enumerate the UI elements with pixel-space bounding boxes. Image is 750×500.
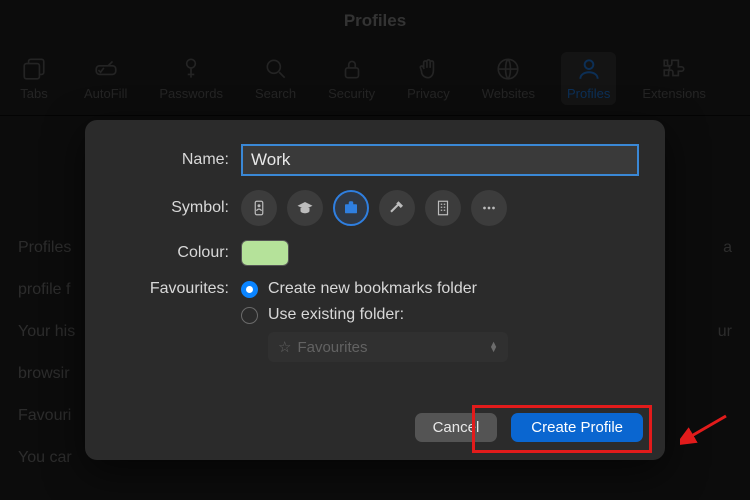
radio-create-new-folder[interactable]: [241, 281, 258, 298]
name-label: Name:: [111, 151, 241, 169]
profile-name-input[interactable]: [241, 144, 639, 176]
graduation-icon: [296, 199, 314, 217]
building-icon: [434, 199, 452, 217]
symbol-option-more[interactable]: [471, 190, 507, 226]
symbol-option-id-card[interactable]: [241, 190, 277, 226]
briefcase-icon: [342, 199, 360, 217]
symbol-label: Symbol:: [111, 199, 241, 217]
create-profile-button[interactable]: Create Profile: [511, 413, 643, 442]
cancel-button[interactable]: Cancel: [415, 413, 498, 442]
symbol-option-graduation[interactable]: [287, 190, 323, 226]
radio-create-new-folder-label: Create new bookmarks folder: [268, 280, 477, 298]
more-icon: [480, 199, 498, 217]
symbol-option-building[interactable]: [425, 190, 461, 226]
hammer-icon: [388, 199, 406, 217]
radio-use-existing-folder-label: Use existing folder:: [268, 306, 404, 324]
favourites-label: Favourites:: [111, 280, 241, 298]
id-card-icon: [250, 199, 268, 217]
symbol-option-briefcase[interactable]: [333, 190, 369, 226]
radio-use-existing-folder[interactable]: [241, 307, 258, 324]
create-profile-sheet: Name: Symbol: Colour:: [85, 120, 665, 460]
symbol-option-hammer[interactable]: [379, 190, 415, 226]
favourites-folder-select[interactable]: ☆ Favourites ▲▼: [268, 332, 508, 362]
star-icon: ☆: [278, 338, 291, 356]
colour-label: Colour:: [111, 244, 241, 262]
chevron-updown-icon: ▲▼: [489, 342, 498, 352]
colour-swatch[interactable]: [241, 240, 289, 266]
favourites-folder-value: Favourites: [297, 339, 367, 356]
